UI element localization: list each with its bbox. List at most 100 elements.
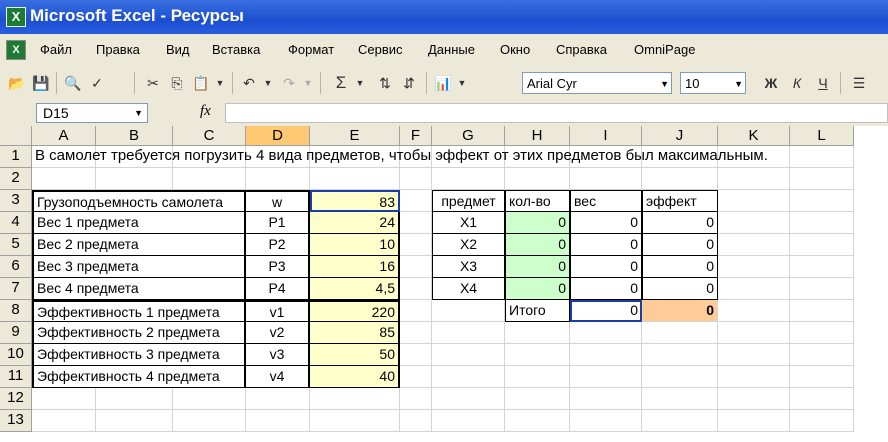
menu-tools[interactable]: Сервис [358,42,403,57]
formula-input[interactable] [225,103,888,123]
row-header-9[interactable]: 9 [0,322,32,344]
param-value-4[interactable]: 24 [310,212,400,234]
grid-cell[interactable] [790,344,854,366]
grid-cell[interactable] [432,410,505,432]
undo-icon[interactable]: ↶ [238,72,260,94]
param-symbol-8[interactable]: v1 [246,300,310,322]
grid-cell[interactable] [718,256,790,278]
model-i4[interactable]: 0 [570,212,642,234]
grid-cell[interactable] [432,168,505,190]
grid-cell[interactable] [432,344,505,366]
cut-icon[interactable]: ✂ [142,72,164,94]
grid-cell[interactable] [790,190,854,212]
param-value-9[interactable]: 85 [310,322,400,344]
param-symbol-4[interactable]: P1 [246,212,310,234]
grid-cell[interactable] [790,300,854,322]
grid-cell[interactable] [718,344,790,366]
param-label-6[interactable]: Вес 3 предмета [32,256,246,278]
param-symbol-11[interactable]: v4 [246,366,310,388]
grid-cell[interactable] [718,278,790,300]
model-g3[interactable]: предмет [432,190,505,212]
param-value-7[interactable]: 4,5 [310,278,400,300]
grid-cell[interactable] [310,168,400,190]
grid-cell[interactable] [96,168,173,190]
param-value-8[interactable]: 220 [310,300,400,322]
drawing-dropdown-icon[interactable]: ▼ [456,72,468,94]
model-j4[interactable]: 0 [642,212,718,234]
grid-cell[interactable] [400,168,432,190]
grid-cell[interactable] [642,322,718,344]
grid-cell[interactable] [246,388,310,410]
model-i6[interactable]: 0 [570,256,642,278]
grid-cell[interactable] [96,410,173,432]
grid-cell[interactable] [718,388,790,410]
grid-cell[interactable] [790,366,854,388]
model-h7[interactable]: 0 [505,278,570,300]
autosum-dropdown-icon[interactable]: ▼ [354,72,366,94]
select-all-corner[interactable] [0,126,32,146]
underline-button[interactable]: Ч [812,72,834,94]
row-header-10[interactable]: 10 [0,344,32,366]
grid-cell[interactable] [432,322,505,344]
model-h6[interactable]: 0 [505,256,570,278]
grid-cell[interactable] [570,168,642,190]
model-g4[interactable]: X1 [432,212,505,234]
model-j5[interactable]: 0 [642,234,718,256]
column-header-e[interactable]: E [310,126,400,146]
column-header-a[interactable]: A [32,126,96,146]
param-value-6[interactable]: 16 [310,256,400,278]
row-header-12[interactable]: 12 [0,388,32,410]
grid-cell[interactable] [32,410,96,432]
grid-cell[interactable] [570,322,642,344]
model-h5[interactable]: 0 [505,234,570,256]
grid-cell[interactable] [246,168,310,190]
menu-window[interactable]: Окно [500,42,530,57]
grid-cell[interactable] [96,388,173,410]
paste-icon[interactable]: 📋 [190,72,212,94]
grid-cell[interactable] [173,388,246,410]
align-left-icon[interactable]: ☰ [848,72,870,94]
model-j7[interactable]: 0 [642,278,718,300]
name-box[interactable]: D15 ▼ [36,103,148,123]
row-header-5[interactable]: 5 [0,234,32,256]
row-header-8[interactable]: 8 [0,300,32,322]
grid-cell[interactable] [642,168,718,190]
param-symbol-9[interactable]: v2 [246,322,310,344]
grid-cell[interactable] [400,410,432,432]
grid-cell[interactable] [400,344,432,366]
redo-dropdown-icon[interactable]: ▼ [302,72,314,94]
grid-cell[interactable] [400,212,432,234]
column-header-d[interactable]: D [246,126,310,146]
font-name-select[interactable]: Arial Cyr ▼ [522,72,672,94]
menu-edit[interactable]: Правка [96,42,140,57]
grid-cell[interactable] [173,168,246,190]
font-size-select[interactable]: 10 ▼ [680,72,746,94]
grid-cell[interactable] [718,366,790,388]
undo-dropdown-icon[interactable]: ▼ [262,72,274,94]
grid-cell[interactable] [790,388,854,410]
param-label-10[interactable]: Эффективность 3 предмета [32,344,246,366]
param-value-10[interactable]: 50 [310,344,400,366]
row-header-3[interactable]: 3 [0,190,32,212]
menu-view[interactable]: Вид [166,42,190,57]
column-header-l[interactable]: L [790,126,854,146]
grid-cell[interactable] [32,388,96,410]
grid-cell[interactable] [310,410,400,432]
param-label-8[interactable]: Эффективность 1 предмета [32,300,246,322]
param-label-5[interactable]: Вес 2 предмета [32,234,246,256]
model-g5[interactable]: X2 [432,234,505,256]
grid-cell[interactable] [505,366,570,388]
row-header-4[interactable]: 4 [0,212,32,234]
grid-cell[interactable] [400,366,432,388]
bold-button[interactable]: Ж [760,72,782,94]
total-weight[interactable]: 0 [570,300,642,322]
workbook-icon[interactable]: X [6,40,26,60]
row-header-13[interactable]: 13 [0,410,32,432]
grid-cell[interactable] [400,322,432,344]
chart-wizard-icon[interactable]: 📊 [432,72,454,94]
grid-cell[interactable] [718,168,790,190]
grid-cell[interactable] [505,410,570,432]
grid-cell[interactable] [400,256,432,278]
model-h4[interactable]: 0 [505,212,570,234]
grid-cell[interactable] [505,344,570,366]
